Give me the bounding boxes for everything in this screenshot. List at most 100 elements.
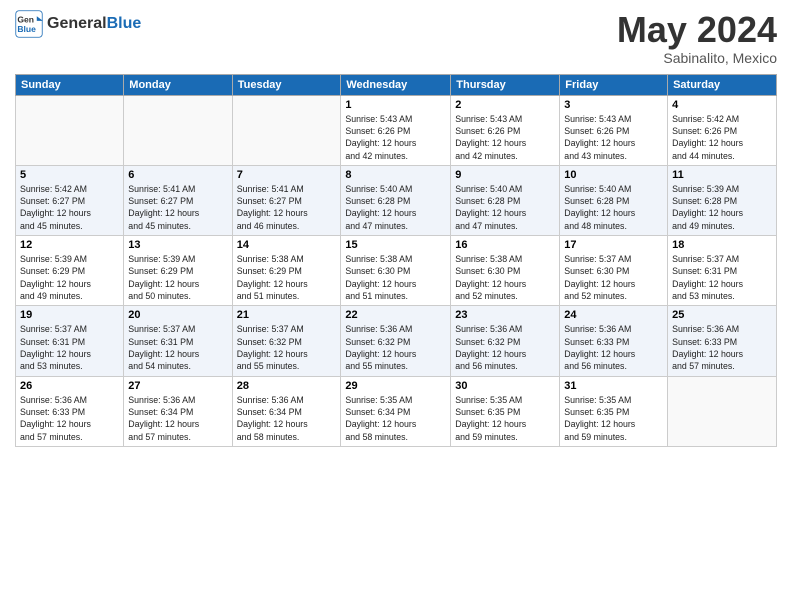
day-info: Sunrise: 5:42 AM Sunset: 6:26 PM Dayligh… — [672, 113, 772, 162]
day-number: 10 — [564, 169, 663, 181]
day-number: 31 — [564, 380, 663, 392]
calendar-table: Sunday Monday Tuesday Wednesday Thursday… — [15, 74, 777, 447]
day-number: 30 — [455, 380, 555, 392]
calendar-week-row: 19 Sunrise: 5:37 AM Sunset: 6:31 PM Dayli… — [16, 306, 777, 376]
day-info: Sunrise: 5:36 AM Sunset: 6:32 PM Dayligh… — [455, 323, 555, 372]
day-info: Sunrise: 5:38 AM Sunset: 6:30 PM Dayligh… — [455, 253, 555, 302]
logo: Gen Blue GeneralBlue — [15, 10, 141, 38]
day-number: 28 — [237, 380, 337, 392]
header-sunday: Sunday — [16, 74, 124, 95]
day-number: 14 — [237, 239, 337, 251]
day-number: 2 — [455, 99, 555, 111]
logo-blue: Blue — [107, 15, 142, 32]
calendar-week-row: 5Sunrise: 5:42 AM Sunset: 6:27 PM Daylig… — [16, 165, 777, 235]
day-number: 18 — [672, 239, 772, 251]
table-row: 4Sunrise: 5:42 AM Sunset: 6:26 PM Daylig… — [668, 95, 777, 165]
day-info: Sunrise: 5:39 AM Sunset: 6:28 PM Dayligh… — [672, 183, 772, 232]
generalblue-logo-icon: Gen Blue — [15, 10, 43, 38]
table-row: 1 Sunrise: 5:43 AM Sunset: 6:26 PM Daylig… — [341, 95, 451, 165]
page: Gen Blue GeneralBlue May 2024 Sabinalito… — [0, 0, 792, 457]
table-row: 23 Sunrise: 5:36 AM Sunset: 6:32 PM Dayli… — [451, 306, 560, 376]
day-number: 6 — [128, 169, 227, 181]
table-row: 16 Sunrise: 5:38 AM Sunset: 6:30 PM Dayli… — [451, 236, 560, 306]
table-row: 31 Sunrise: 5:35 AM Sunset: 6:35 PM Dayli… — [560, 376, 668, 446]
day-info: Sunrise: 5:38 AM Sunset: 6:29 PM Dayligh… — [237, 253, 337, 302]
day-info: Sunrise: 5:37 AM Sunset: 6:30 PM Dayligh… — [564, 253, 663, 302]
day-info: Sunrise: 5:41 AM Sunset: 6:27 PM Dayligh… — [128, 183, 227, 232]
day-info: Sunrise: 5:36 AM Sunset: 6:34 PM Dayligh… — [128, 394, 227, 443]
table-row: 2 Sunrise: 5:43 AM Sunset: 6:26 PM Daylig… — [451, 95, 560, 165]
table-row: 14 Sunrise: 5:38 AM Sunset: 6:29 PM Dayli… — [232, 236, 341, 306]
table-row: 7 Sunrise: 5:41 AM Sunset: 6:27 PM Daylig… — [232, 165, 341, 235]
table-row: 29 Sunrise: 5:35 AM Sunset: 6:34 PM Dayli… — [341, 376, 451, 446]
day-number: 1 — [345, 99, 446, 111]
table-row: 24Sunrise: 5:36 AM Sunset: 6:33 PM Dayli… — [560, 306, 668, 376]
table-row: 3 Sunrise: 5:43 AM Sunset: 6:26 PM Daylig… — [560, 95, 668, 165]
day-number: 3 — [564, 99, 663, 111]
header-wednesday: Wednesday — [341, 74, 451, 95]
logo-general: General — [47, 15, 107, 32]
calendar-week-row: 12 Sunrise: 5:39 AM Sunset: 6:29 PM Dayli… — [16, 236, 777, 306]
table-row: 17 Sunrise: 5:37 AM Sunset: 6:30 PM Dayli… — [560, 236, 668, 306]
day-info: Sunrise: 5:43 AM Sunset: 6:26 PM Dayligh… — [455, 113, 555, 162]
table-row: 9Sunrise: 5:40 AM Sunset: 6:28 PM Daylig… — [451, 165, 560, 235]
table-row: 5Sunrise: 5:42 AM Sunset: 6:27 PM Daylig… — [16, 165, 124, 235]
svg-text:Blue: Blue — [17, 24, 36, 34]
day-number: 21 — [237, 309, 337, 321]
table-row: 11Sunrise: 5:39 AM Sunset: 6:28 PM Dayli… — [668, 165, 777, 235]
day-info: Sunrise: 5:43 AM Sunset: 6:26 PM Dayligh… — [345, 113, 446, 162]
day-number: 17 — [564, 239, 663, 251]
day-info: Sunrise: 5:35 AM Sunset: 6:35 PM Dayligh… — [564, 394, 663, 443]
day-info: Sunrise: 5:37 AM Sunset: 6:31 PM Dayligh… — [128, 323, 227, 372]
header-tuesday: Tuesday — [232, 74, 341, 95]
day-number: 19 — [20, 309, 119, 321]
day-info: Sunrise: 5:37 AM Sunset: 6:31 PM Dayligh… — [20, 323, 119, 372]
day-number: 15 — [345, 239, 446, 251]
day-info: Sunrise: 5:40 AM Sunset: 6:28 PM Dayligh… — [345, 183, 446, 232]
day-number: 27 — [128, 380, 227, 392]
day-info: Sunrise: 5:39 AM Sunset: 6:29 PM Dayligh… — [128, 253, 227, 302]
day-number: 16 — [455, 239, 555, 251]
table-row: 10Sunrise: 5:40 AM Sunset: 6:28 PM Dayli… — [560, 165, 668, 235]
location-subtitle: Sabinalito, Mexico — [617, 50, 777, 66]
table-row: 30 Sunrise: 5:35 AM Sunset: 6:35 PM Dayli… — [451, 376, 560, 446]
day-info: Sunrise: 5:38 AM Sunset: 6:30 PM Dayligh… — [345, 253, 446, 302]
day-number: 12 — [20, 239, 119, 251]
day-info: Sunrise: 5:39 AM Sunset: 6:29 PM Dayligh… — [20, 253, 119, 302]
day-number: 5 — [20, 169, 119, 181]
day-number: 23 — [455, 309, 555, 321]
calendar-week-row: 26Sunrise: 5:36 AM Sunset: 6:33 PM Dayli… — [16, 376, 777, 446]
calendar-week-row: 1 Sunrise: 5:43 AM Sunset: 6:26 PM Daylig… — [16, 95, 777, 165]
day-info: Sunrise: 5:41 AM Sunset: 6:27 PM Dayligh… — [237, 183, 337, 232]
title-block: May 2024 Sabinalito, Mexico — [617, 10, 777, 66]
day-number: 26 — [20, 380, 119, 392]
day-number: 13 — [128, 239, 227, 251]
day-info: Sunrise: 5:36 AM Sunset: 6:34 PM Dayligh… — [237, 394, 337, 443]
table-row: 25Sunrise: 5:36 AM Sunset: 6:33 PM Dayli… — [668, 306, 777, 376]
day-info: Sunrise: 5:36 AM Sunset: 6:32 PM Dayligh… — [345, 323, 446, 372]
table-row: 20 Sunrise: 5:37 AM Sunset: 6:31 PM Dayli… — [124, 306, 232, 376]
table-row: 13 Sunrise: 5:39 AM Sunset: 6:29 PM Dayli… — [124, 236, 232, 306]
table-row: 26Sunrise: 5:36 AM Sunset: 6:33 PM Dayli… — [16, 376, 124, 446]
table-row: 8Sunrise: 5:40 AM Sunset: 6:28 PM Daylig… — [341, 165, 451, 235]
table-row: 21 Sunrise: 5:37 AM Sunset: 6:32 PM Dayli… — [232, 306, 341, 376]
header-monday: Monday — [124, 74, 232, 95]
table-row: 15 Sunrise: 5:38 AM Sunset: 6:30 PM Dayli… — [341, 236, 451, 306]
month-title: May 2024 — [617, 10, 777, 50]
day-number: 24 — [564, 309, 663, 321]
header: Gen Blue GeneralBlue May 2024 Sabinalito… — [15, 10, 777, 66]
day-info: Sunrise: 5:43 AM Sunset: 6:26 PM Dayligh… — [564, 113, 663, 162]
day-number: 9 — [455, 169, 555, 181]
table-row: 22Sunrise: 5:36 AM Sunset: 6:32 PM Dayli… — [341, 306, 451, 376]
day-number: 29 — [345, 380, 446, 392]
day-number: 20 — [128, 309, 227, 321]
table-row — [16, 95, 124, 165]
header-saturday: Saturday — [668, 74, 777, 95]
table-row: 18Sunrise: 5:37 AM Sunset: 6:31 PM Dayli… — [668, 236, 777, 306]
day-info: Sunrise: 5:35 AM Sunset: 6:35 PM Dayligh… — [455, 394, 555, 443]
day-number: 7 — [237, 169, 337, 181]
day-info: Sunrise: 5:35 AM Sunset: 6:34 PM Dayligh… — [345, 394, 446, 443]
day-info: Sunrise: 5:37 AM Sunset: 6:32 PM Dayligh… — [237, 323, 337, 372]
day-info: Sunrise: 5:36 AM Sunset: 6:33 PM Dayligh… — [672, 323, 772, 372]
header-thursday: Thursday — [451, 74, 560, 95]
